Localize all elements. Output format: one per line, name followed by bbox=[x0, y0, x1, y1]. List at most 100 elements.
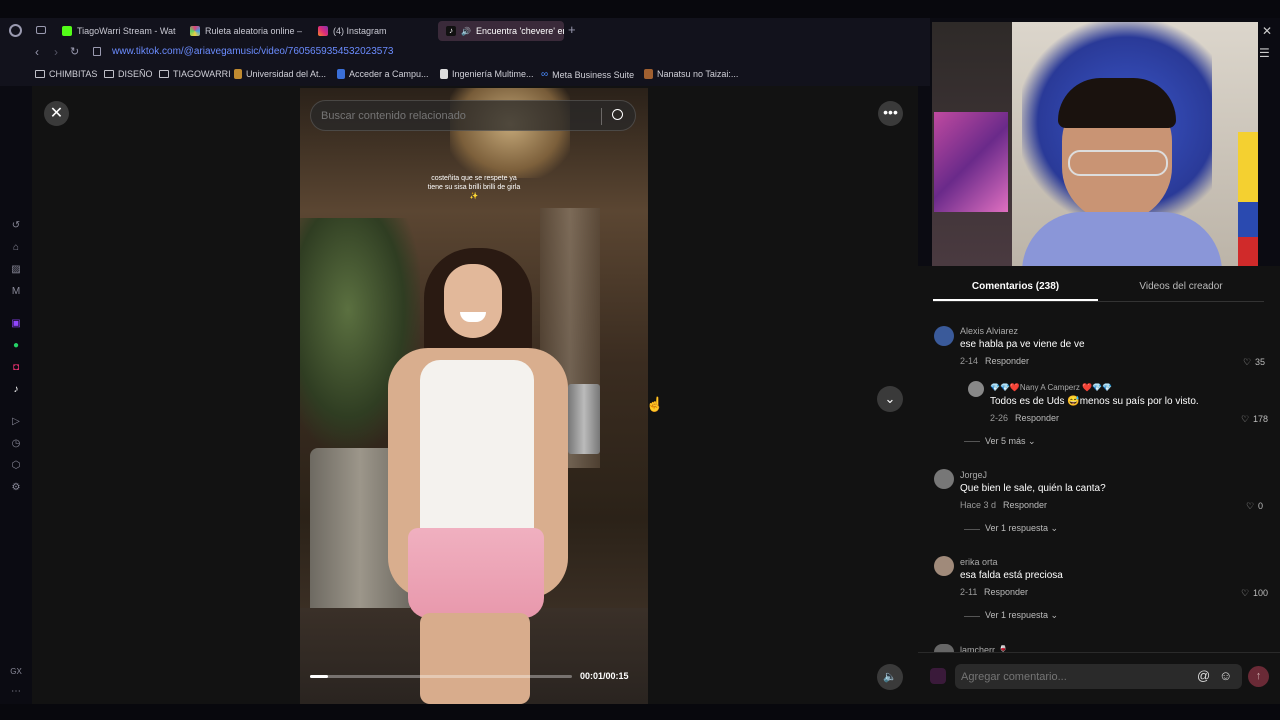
tab-instagram[interactable]: (4) Instagram bbox=[310, 21, 432, 41]
reply-button[interactable]: Responder bbox=[1003, 500, 1047, 510]
tab-kick[interactable]: TiagoWarri Stream - Watc bbox=[54, 21, 176, 41]
url-text[interactable]: www.tiktok.com/@ariavegamusic/video/7605… bbox=[112, 46, 393, 57]
clock-icon[interactable]: ◷ bbox=[10, 438, 22, 450]
window-top-strip bbox=[0, 0, 1280, 18]
reply-button[interactable]: Responder bbox=[985, 356, 1029, 366]
thread-line bbox=[964, 616, 980, 617]
more-options-button[interactable]: ••• bbox=[878, 101, 903, 126]
user-avatar[interactable] bbox=[930, 668, 946, 684]
tab-divider bbox=[933, 301, 1264, 302]
streamer-glasses bbox=[1068, 150, 1168, 176]
reply-button[interactable]: Responder bbox=[1015, 413, 1059, 423]
like-icon[interactable]: ♡ bbox=[1241, 414, 1249, 425]
avatar[interactable] bbox=[968, 381, 984, 397]
like-icon[interactable]: ♡ bbox=[1243, 357, 1251, 368]
bookmark-chimbitas[interactable]: CHIMBITAS bbox=[35, 69, 97, 79]
like-icon[interactable]: ♡ bbox=[1241, 588, 1249, 599]
bookmark-universidad[interactable]: Universidad del At... bbox=[234, 69, 326, 79]
whatsapp-icon[interactable]: ● bbox=[10, 340, 22, 352]
search-icon[interactable] bbox=[612, 109, 623, 120]
tiktok-icon[interactable]: ♪ bbox=[10, 384, 22, 396]
tab-bar: TiagoWarri Stream - Watc Ruleta aleatori… bbox=[0, 18, 930, 42]
ruleta-icon bbox=[190, 26, 200, 36]
next-video-button[interactable]: ⌄ bbox=[877, 386, 903, 412]
avatar[interactable] bbox=[934, 469, 954, 489]
streamer-shirt bbox=[1022, 212, 1222, 266]
mention-icon[interactable]: @ bbox=[1197, 668, 1210, 683]
search-input[interactable] bbox=[321, 107, 591, 125]
view-replies[interactable]: Ver 1 respuesta ⌄ bbox=[985, 523, 1058, 534]
tabs-overview-icon[interactable] bbox=[36, 26, 46, 34]
menu-icon[interactable]: ☰ bbox=[1259, 46, 1270, 60]
bookmark-nanatsu[interactable]: Nanatsu no Taizai:... bbox=[644, 69, 738, 79]
like-icon[interactable]: ♡ bbox=[1246, 501, 1254, 512]
folder-icon bbox=[35, 70, 45, 78]
emoji-icon[interactable]: ☺ bbox=[1219, 668, 1232, 683]
tab-label: Ruleta aleatoria online – ru bbox=[205, 26, 304, 36]
more-icon[interactable]: ⋯ bbox=[10, 686, 22, 698]
person-face bbox=[444, 264, 502, 338]
opera-menu-icon[interactable] bbox=[9, 24, 22, 37]
cube-icon[interactable]: ▨ bbox=[10, 264, 22, 276]
avatar[interactable] bbox=[934, 556, 954, 576]
cube-box-icon[interactable]: ⬡ bbox=[10, 460, 22, 472]
comment-user[interactable]: JorgeJ bbox=[960, 470, 987, 480]
comment-user[interactable]: lamcherr 🍷 bbox=[960, 645, 1009, 652]
bottom-strip bbox=[0, 704, 1280, 720]
related-search-bar[interactable] bbox=[310, 100, 636, 131]
comment-text: esa falda está preciosa bbox=[960, 570, 1063, 581]
tiktok-icon: ♪ bbox=[446, 26, 456, 36]
player-icon[interactable]: ▷ bbox=[10, 416, 22, 428]
bookmark-tiagowarri[interactable]: TIAGOWARRI bbox=[159, 69, 231, 79]
close-button[interactable]: ✕ bbox=[44, 101, 69, 126]
address-bar: ‹ › ↻ www.tiktok.com/@ariavegamusic/vide… bbox=[0, 42, 930, 64]
settings-icon[interactable]: ⚙ bbox=[10, 482, 22, 494]
comment-user[interactable]: Alexis Alviarez bbox=[960, 326, 1018, 336]
twitch-icon[interactable]: ▣ bbox=[10, 318, 22, 330]
comment-date: 2-11 bbox=[960, 587, 978, 597]
comment-text: ese habla pa ve viene de ve bbox=[960, 339, 1085, 350]
avatar[interactable] bbox=[934, 644, 954, 652]
comment-user[interactable]: erika orta bbox=[960, 557, 998, 567]
streamer-webcam bbox=[932, 22, 1258, 266]
video-player[interactable]: costeñita que se respete ya tiene su sis… bbox=[300, 88, 648, 704]
view-replies[interactable]: Ver 1 respuesta ⌄ bbox=[985, 610, 1058, 621]
reload-icon[interactable]: ↻ bbox=[70, 45, 79, 58]
tab-ruleta[interactable]: Ruleta aleatoria online – ru bbox=[182, 21, 304, 41]
reply-button[interactable]: Responder bbox=[984, 587, 1028, 597]
folder-icon bbox=[159, 70, 169, 78]
forward-icon[interactable]: › bbox=[54, 45, 58, 59]
view-more-replies[interactable]: Ver 5 más ⌄ bbox=[985, 436, 1036, 447]
comment-user[interactable]: 💎💎❤️Nany A Camperz ❤️💎💎 bbox=[990, 383, 1112, 392]
streamer-hair bbox=[1058, 78, 1176, 128]
volume-button[interactable]: 🔈 bbox=[877, 664, 903, 690]
comment-input[interactable] bbox=[961, 668, 1181, 685]
back-icon[interactable]: ‹ bbox=[35, 45, 39, 59]
video-caption: costeñita que se respete ya tiene su sis… bbox=[427, 175, 521, 200]
tab-tiktok[interactable]: ♪ 🔊 Encuentra 'chevere' en bbox=[438, 21, 564, 41]
send-button[interactable]: ↑ bbox=[1248, 666, 1269, 687]
instagram-icon[interactable]: ◘ bbox=[10, 362, 22, 374]
mail-icon[interactable]: M bbox=[10, 286, 22, 298]
new-tab-button[interactable]: + bbox=[568, 22, 576, 37]
comment-input-box[interactable]: @ ☺ bbox=[955, 664, 1242, 689]
bookmark-campus[interactable]: Acceder a Campu... bbox=[337, 69, 429, 79]
bookmark-diseno[interactable]: DISEÑO bbox=[104, 69, 153, 79]
person-legs bbox=[420, 613, 530, 704]
aria-icon[interactable]: ⌂ bbox=[10, 242, 22, 254]
avatar[interactable] bbox=[934, 326, 954, 346]
tab-creator-videos[interactable]: Videos del creador bbox=[1098, 281, 1264, 301]
thread-line bbox=[964, 441, 980, 442]
tab-comments[interactable]: Comentarios (238) bbox=[933, 281, 1098, 301]
close-overlay-icon[interactable]: ✕ bbox=[1262, 24, 1272, 38]
trash-bin bbox=[568, 384, 600, 454]
history-icon[interactable]: ↺ bbox=[10, 220, 22, 232]
like-count: 35 bbox=[1255, 357, 1266, 367]
poster bbox=[934, 112, 1008, 212]
progress-track[interactable] bbox=[310, 675, 572, 678]
like-count: 178 bbox=[1253, 414, 1269, 424]
gx-label: GX bbox=[10, 667, 22, 676]
bookmark-meta[interactable]: ∞ Meta Business Suite bbox=[541, 69, 634, 80]
university-icon bbox=[234, 69, 242, 79]
bookmark-ingenieria[interactable]: Ingeniería Multime... bbox=[440, 69, 534, 79]
